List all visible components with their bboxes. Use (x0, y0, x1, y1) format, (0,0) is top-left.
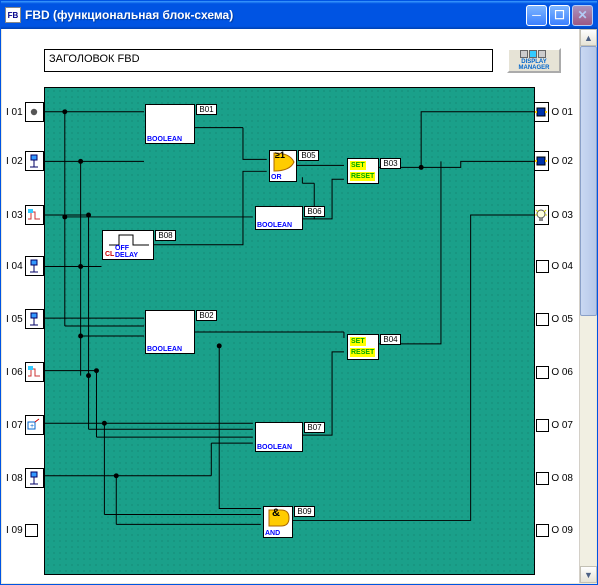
scroll-thumb[interactable] (580, 46, 597, 316)
fbd-canvas[interactable]: BOOLEAN B01 ≥1 OR B05 SET RESET B03 (44, 87, 535, 575)
block-B01[interactable]: BOOLEAN B01 (145, 104, 195, 144)
input-I07[interactable]: I 07 + (4, 414, 44, 436)
vertical-scrollbar[interactable]: ▲ ▼ (579, 29, 596, 583)
pulse-icon (25, 205, 44, 225)
output-O01[interactable]: O 01 (535, 101, 575, 123)
lamp-icon (533, 102, 549, 122)
window-title: FBD (функциональная блок-схема) (25, 8, 524, 22)
pulse-icon (25, 362, 44, 382)
close-button[interactable]: ✕ (572, 5, 593, 26)
display-manager-button[interactable]: DISPLAY MANAGER (507, 48, 561, 73)
scroll-down-button[interactable]: ▼ (580, 566, 597, 583)
output-column: O 01 O 02 O 03 O 04 O 05 (535, 87, 575, 575)
minimize-button[interactable]: ─ (526, 5, 547, 26)
svg-text:+: + (30, 423, 34, 430)
empty-icon (25, 524, 38, 537)
block-B03[interactable]: SET RESET B03 (347, 158, 379, 184)
block-B02[interactable]: BOOLEAN B02 (145, 310, 195, 354)
block-B07[interactable]: BOOLEAN B07 (255, 422, 303, 452)
output-O06[interactable]: O 06 (535, 361, 575, 383)
input-I05[interactable]: I 05 (4, 308, 44, 330)
input-I03[interactable]: I 03 (4, 204, 44, 226)
output-O09[interactable]: O 09 (535, 519, 575, 541)
switch-icon (25, 151, 44, 171)
input-I02[interactable]: I 02 (4, 150, 44, 172)
app-icon: FB (5, 7, 21, 23)
block-B08[interactable]: CL OFF DELAY B08 (102, 230, 154, 260)
output-O07[interactable]: O 07 (535, 414, 575, 436)
output-O04[interactable]: O 04 (535, 255, 575, 277)
block-B04[interactable]: SET RESET B04 (347, 334, 379, 360)
input-I01[interactable]: I 01 (4, 101, 44, 123)
output-O08[interactable]: O 08 (535, 467, 575, 489)
maximize-button[interactable]: ☐ (549, 5, 570, 26)
empty-icon (536, 419, 549, 432)
workspace: ЗАГОЛОВОК FBD DISPLAY MANAGER I 01 I 02 (2, 29, 579, 583)
titlebar[interactable]: FB FBD (функциональная блок-схема) ─ ☐ ✕ (1, 1, 597, 29)
dot-icon (25, 102, 44, 122)
input-column: I 01 I 02 I 03 I 04 I 05 (4, 87, 44, 575)
block-B06[interactable]: BOOLEAN B06 (255, 206, 303, 230)
title-input[interactable]: ЗАГОЛОВОК FBD (44, 49, 493, 72)
block-B09[interactable]: & AND B09 (263, 506, 293, 538)
client-area: ЗАГОЛОВОК FBD DISPLAY MANAGER I 01 I 02 (2, 29, 596, 583)
bulb-icon (533, 205, 549, 225)
switch-icon (25, 309, 44, 329)
empty-icon (536, 366, 549, 379)
plus-icon: + (25, 415, 44, 435)
input-I06[interactable]: I 06 (4, 361, 44, 383)
empty-icon (536, 313, 549, 326)
app-window: FB FBD (функциональная блок-схема) ─ ☐ ✕… (0, 0, 598, 585)
input-I04[interactable]: I 04 (4, 255, 44, 277)
switch-icon (25, 256, 44, 276)
empty-icon (536, 260, 549, 273)
switch-icon (25, 468, 44, 488)
lamp-icon (533, 151, 549, 171)
header-row: ЗАГОЛОВОК FBD DISPLAY MANAGER (44, 49, 561, 72)
scroll-up-button[interactable]: ▲ (580, 29, 597, 46)
display-manager-label: DISPLAY MANAGER (509, 59, 559, 71)
input-I09[interactable]: I 09 (4, 519, 44, 541)
empty-icon (536, 524, 549, 537)
output-O02[interactable]: O 02 (535, 150, 575, 172)
block-B05[interactable]: ≥1 OR B05 (269, 150, 297, 182)
empty-icon (536, 472, 549, 485)
output-O03[interactable]: O 03 (535, 204, 575, 226)
output-O05[interactable]: O 05 (535, 308, 575, 330)
input-I08[interactable]: I 08 (4, 467, 44, 489)
